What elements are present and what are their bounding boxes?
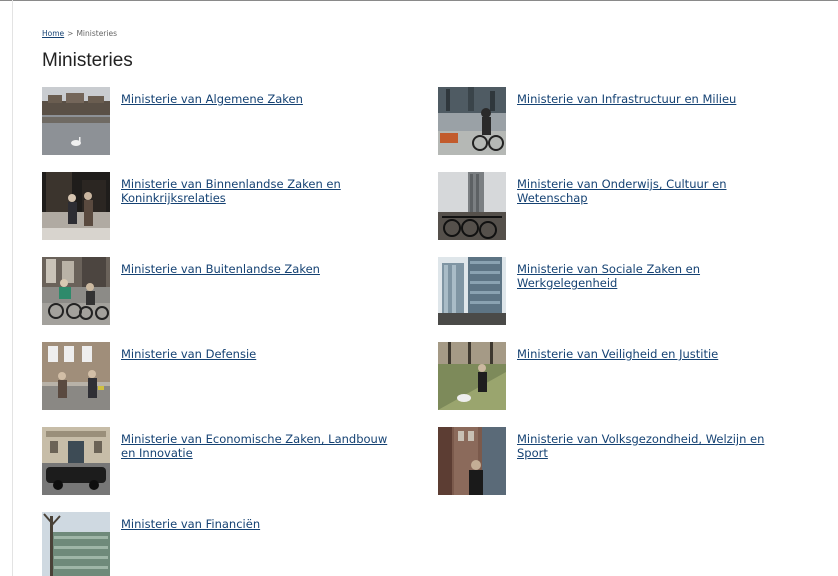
ministry-item: Ministerie van Infrastructuur en Milieu xyxy=(438,87,818,157)
cyclist-street-photo[interactable] xyxy=(438,87,506,155)
page-title: Ministeries xyxy=(42,50,133,71)
ministry-item: Ministerie van Onderwijs, Cultuur en Wet… xyxy=(438,172,818,242)
ministry-item: Ministerie van Algemene Zaken xyxy=(42,87,422,157)
cyclists-photo[interactable] xyxy=(42,257,110,325)
ministry-link[interactable]: Ministerie van Buitenlandse Zaken xyxy=(121,262,391,276)
person-phone-photo[interactable] xyxy=(438,427,506,495)
tower-bikes-photo[interactable] xyxy=(438,172,506,240)
ministry-item: Ministerie van Defensie xyxy=(42,342,422,412)
ministry-link[interactable]: Ministerie van Veiligheid en Justitie xyxy=(517,347,787,361)
page: Home > Ministeries Ministeries Ministerie … xyxy=(0,0,838,576)
breadcrumb: Home > Ministeries xyxy=(42,29,117,38)
breadcrumb-home-link[interactable]: Home xyxy=(42,29,64,38)
pedestrians-street-photo[interactable] xyxy=(42,342,110,410)
person-dog-park-photo[interactable] xyxy=(438,342,506,410)
ministry-item: Ministerie van Financiën xyxy=(42,512,422,576)
ministry-link[interactable]: Ministerie van Binnenlandse Zaken en Kon… xyxy=(121,177,391,205)
swan-pond-photo[interactable] xyxy=(42,87,110,155)
ministry-item: Ministerie van Veiligheid en Justitie xyxy=(438,342,818,412)
ministry-link[interactable]: Ministerie van Financiën xyxy=(121,517,391,531)
ministry-link[interactable]: Ministerie van Algemene Zaken xyxy=(121,92,391,106)
office-building-photo[interactable] xyxy=(438,257,506,325)
office-tree-photo[interactable] xyxy=(42,512,110,576)
ministry-link[interactable]: Ministerie van Onderwijs, Cultuur en Wet… xyxy=(517,177,787,205)
ministry-link[interactable]: Ministerie van Defensie xyxy=(121,347,391,361)
ministry-item: Ministerie van Volksgezondheid, Welzijn … xyxy=(438,427,818,497)
ministry-item: Ministerie van Buitenlandse Zaken xyxy=(42,257,422,327)
people-doorway-photo[interactable] xyxy=(42,172,110,240)
ministry-item: Ministerie van Economische Zaken, Landbo… xyxy=(42,427,422,497)
ministry-link[interactable]: Ministerie van Economische Zaken, Landbo… xyxy=(121,432,391,460)
left-divider xyxy=(12,0,13,576)
ministry-item: Ministerie van Sociale Zaken en Werkgele… xyxy=(438,257,818,327)
ministry-link[interactable]: Ministerie van Infrastructuur en Milieu xyxy=(517,92,787,106)
ministry-link[interactable]: Ministerie van Volksgezondheid, Welzijn … xyxy=(517,432,787,460)
top-divider xyxy=(0,0,838,1)
breadcrumb-separator: > xyxy=(67,29,74,38)
ministry-link[interactable]: Ministerie van Sociale Zaken en Werkgele… xyxy=(517,262,787,290)
ministry-item: Ministerie van Binnenlandse Zaken en Kon… xyxy=(42,172,422,242)
breadcrumb-current: Ministeries xyxy=(76,29,117,38)
building-car-photo[interactable] xyxy=(42,427,110,495)
